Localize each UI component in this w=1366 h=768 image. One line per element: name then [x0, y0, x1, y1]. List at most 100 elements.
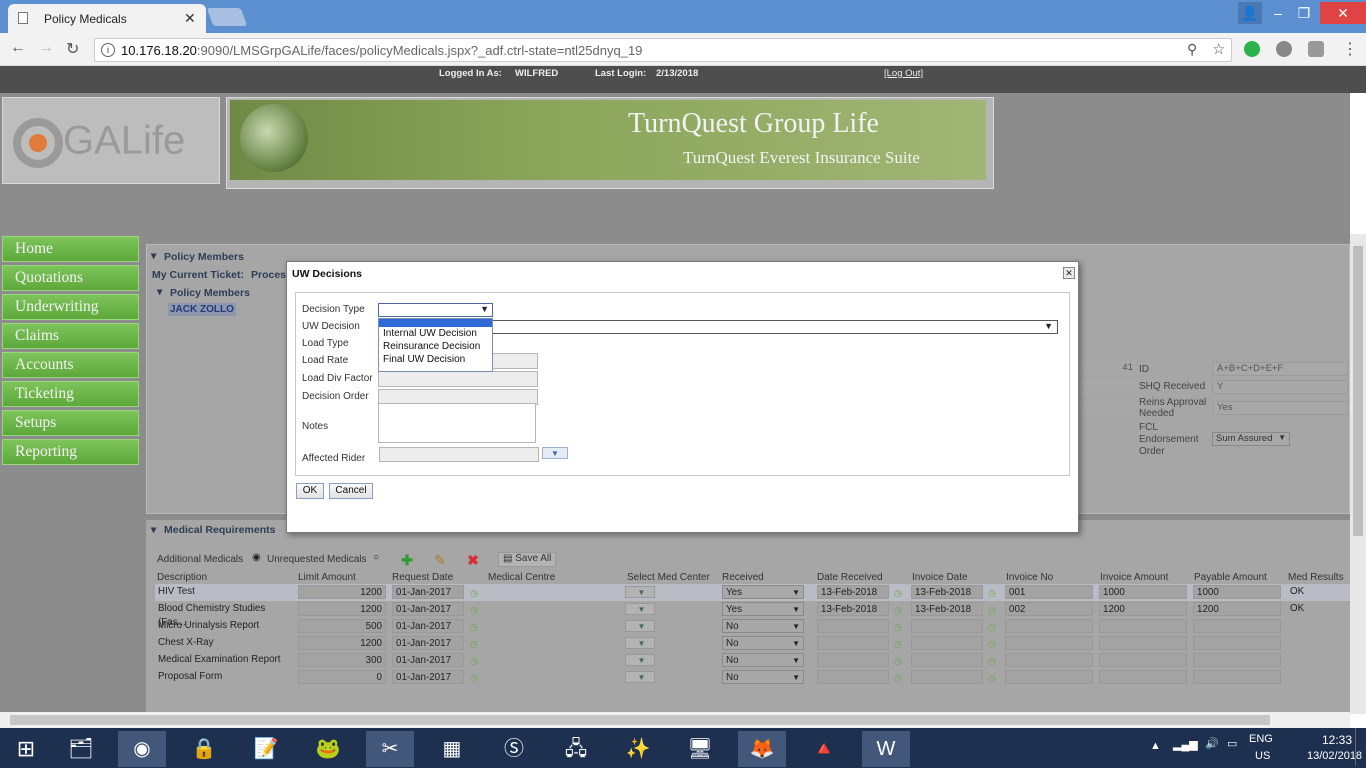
cell-inv_date[interactable] — [911, 619, 983, 633]
menu-icon[interactable]: ⋮ — [1342, 39, 1358, 59]
close-icon[interactable]: ✕ — [1063, 267, 1075, 279]
cell-inv_date[interactable] — [911, 636, 983, 650]
forward-arrow-icon[interactable]: → — [38, 39, 54, 57]
dropdown-highlight[interactable] — [379, 319, 492, 327]
file-explorer-icon[interactable]: 🗂 — [57, 731, 105, 767]
cell-inv_no[interactable]: 002 — [1005, 602, 1093, 616]
cancel-button[interactable]: Cancel — [329, 483, 373, 499]
clock-time[interactable]: 12:33 — [1322, 733, 1352, 747]
calendar-icon[interactable]: ◷ — [467, 654, 479, 666]
cell-drecv[interactable]: 13-Feb-2018 — [817, 585, 889, 599]
remote-desktop-icon[interactable]: 🖥 — [676, 731, 724, 767]
cell-recv[interactable]: No — [722, 670, 804, 685]
cell-inv_date[interactable]: 13-Feb-2018 — [911, 602, 983, 616]
skype-icon[interactable]: Ⓢ — [490, 731, 538, 767]
table-row[interactable]: Micro Urinalysis Report 500 01-Jan-2017 No ◷… — [155, 618, 1350, 635]
snipping-tool-icon[interactable]: ✂ — [366, 731, 414, 767]
cell-pay[interactable]: 1200 — [1193, 602, 1281, 616]
calendar-icon[interactable]: ◷ — [985, 671, 997, 683]
wand-icon[interactable]: ✨ — [614, 731, 662, 767]
option-final-uw[interactable]: Final UW Decision — [379, 353, 492, 366]
vlc-icon[interactable]: 🔺 — [800, 731, 848, 767]
cell-limit[interactable]: 1200 — [298, 585, 386, 599]
cell-limit[interactable]: 1200 — [298, 636, 386, 650]
user-icon[interactable]: 👤 — [1238, 2, 1262, 24]
notes-textarea[interactable] — [378, 403, 536, 443]
cell-recv[interactable]: Yes — [722, 602, 804, 617]
new-tab-button[interactable] — [206, 8, 248, 26]
cell-drecv[interactable]: 13-Feb-2018 — [817, 602, 889, 616]
region[interactable]: US — [1255, 750, 1270, 762]
cell-inv_date[interactable]: 13-Feb-2018 — [911, 585, 983, 599]
radio-additional[interactable]: ◉ — [252, 552, 261, 563]
col-invoice-date[interactable]: Invoice Date — [912, 572, 968, 583]
cell-limit[interactable]: 1200 — [298, 602, 386, 616]
sidebar-item-underwriting[interactable]: Underwriting — [2, 294, 139, 320]
table-row[interactable]: Medical Examination Report 300 01-Jan-2017… — [155, 652, 1350, 669]
select-med-center-button[interactable]: ▼ — [625, 654, 655, 666]
volume-icon[interactable]: 🔊 — [1205, 737, 1219, 750]
firefox-icon[interactable]: 🦊 — [738, 731, 786, 767]
calendar-icon[interactable]: ◷ — [985, 654, 997, 666]
language[interactable]: ENG — [1249, 733, 1273, 745]
chevron-down-icon[interactable]: ▼ — [542, 447, 568, 459]
select-med-center-button[interactable]: ▼ — [625, 671, 655, 683]
word-icon[interactable]: W — [862, 731, 910, 767]
bookmark-star-icon[interactable]: ☆ — [1212, 40, 1225, 58]
cell-recv[interactable]: No — [722, 636, 804, 651]
col-medical-centre[interactable]: Medical Centre — [488, 572, 555, 583]
table-row[interactable]: Blood Chemistry Studies (Fas... 1200 01-Ja… — [155, 601, 1350, 628]
shq-field[interactable]: Y — [1212, 380, 1348, 394]
cell-inv_amt[interactable] — [1099, 619, 1187, 633]
option-internal-uw[interactable]: Internal UW Decision — [379, 327, 492, 340]
col-med-results[interactable]: Med Results — [1288, 572, 1344, 583]
close-window-button[interactable]: ✕ — [1320, 2, 1366, 24]
calendar-icon[interactable]: ◷ — [467, 637, 479, 649]
app-icon[interactable]: 🔒 — [180, 731, 228, 767]
calendar-icon[interactable]: ◷ — [891, 671, 903, 683]
save-all-button[interactable]: ▤ Save All — [498, 552, 556, 567]
cell-req[interactable]: 01-Jan-2017 — [392, 619, 464, 633]
cell-limit[interactable]: 500 — [298, 619, 386, 633]
chevron-up-icon[interactable]: ▲ — [1150, 740, 1161, 752]
sidebar-item-reporting[interactable]: Reporting — [2, 439, 139, 465]
restore-button[interactable]: ❐ — [1290, 2, 1318, 24]
calculator-icon[interactable]: ▦ — [428, 731, 476, 767]
collapse-icon[interactable]: ▾ — [157, 286, 162, 298]
sidebar-item-setups[interactable]: Setups — [2, 410, 139, 436]
reload-icon[interactable]: ↻ — [66, 39, 79, 59]
select-med-center-button[interactable]: ▼ — [625, 637, 655, 649]
reins-field[interactable]: Yes — [1212, 401, 1348, 415]
cell-req[interactable]: 01-Jan-2017 — [392, 585, 464, 599]
col-date-received[interactable]: Date Received — [817, 572, 883, 583]
app-icon[interactable]: 🐸 — [304, 731, 352, 767]
logout-link[interactable]: [Log Out] — [884, 68, 923, 79]
radio-unrequested[interactable]: ○ — [373, 552, 379, 563]
calendar-icon[interactable]: ◷ — [467, 620, 479, 632]
sidebar-item-ticketing[interactable]: Ticketing — [2, 381, 139, 407]
collapse-icon[interactable]: ▾ — [151, 524, 156, 536]
cell-pay[interactable] — [1193, 619, 1281, 633]
sidebar-item-home[interactable]: Home — [2, 236, 139, 262]
cell-pay[interactable] — [1193, 636, 1281, 650]
col-invoice-amount[interactable]: Invoice Amount — [1100, 572, 1168, 583]
cell-inv_amt[interactable]: 1200 — [1099, 602, 1187, 616]
back-arrow-icon[interactable]: ← — [10, 39, 26, 57]
signal-icon[interactable]: ▂▄▆ — [1173, 738, 1198, 751]
select-med-center-button[interactable]: ▼ — [625, 586, 655, 598]
calendar-icon[interactable]: ◷ — [467, 586, 479, 598]
cell-inv_amt[interactable] — [1099, 636, 1187, 650]
extension-icon[interactable] — [1244, 41, 1260, 57]
cell-inv_no[interactable] — [1005, 636, 1093, 650]
col-request-date[interactable]: Request Date — [392, 572, 453, 583]
minimize-button[interactable]: – — [1264, 2, 1292, 24]
edit-icon[interactable]: ✎ — [430, 552, 450, 568]
cell-inv_amt[interactable]: 1000 — [1099, 585, 1187, 599]
cell-recv[interactable]: Yes — [722, 585, 804, 600]
select-med-center-button[interactable]: ▼ — [625, 603, 655, 615]
col-select-med-center[interactable]: Select Med Center — [627, 572, 710, 583]
cell-pay[interactable]: 1000 — [1193, 585, 1281, 599]
calendar-icon[interactable]: ◷ — [891, 586, 903, 598]
cell-recv[interactable]: No — [722, 619, 804, 634]
cell-req[interactable]: 01-Jan-2017 — [392, 636, 464, 650]
